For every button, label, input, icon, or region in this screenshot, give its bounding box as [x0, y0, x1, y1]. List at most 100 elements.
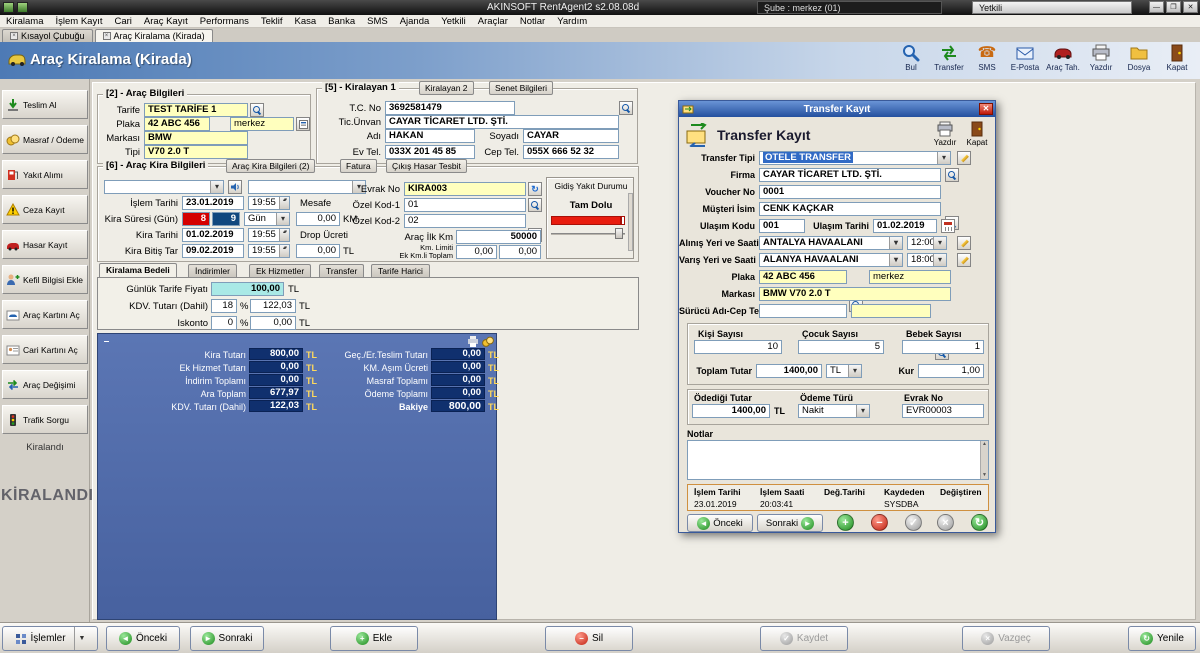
dialog-previous-button[interactable]: ◄ Önceki	[687, 514, 753, 532]
dialog-title-bar[interactable]: Transfer Kayıt ✕	[679, 101, 995, 117]
ulasim-tarihi-field[interactable]: 01.02.2019	[873, 219, 937, 233]
alinis-yeri-select[interactable]: ANTALYA HAVAALANI	[759, 236, 903, 250]
transfer-tipi-edit-icon[interactable]	[957, 151, 971, 165]
tab-close-icon[interactable]: ×	[103, 32, 111, 40]
ev-tel-field[interactable]: 033X 201 45 85	[385, 145, 475, 159]
panel-coins-icon[interactable]	[481, 335, 494, 347]
ozel-kod-1-search-icon[interactable]	[528, 198, 542, 212]
tc-search-icon[interactable]	[619, 101, 633, 115]
odedigi-tutar-field[interactable]: 1400,00	[692, 404, 770, 418]
menu-item[interactable]: SMS	[361, 16, 394, 27]
menu-item[interactable]: Araç Kayıt	[138, 16, 194, 27]
tab-kiralayan-2[interactable]: Kiralayan 2	[419, 81, 474, 95]
modal-plaka-field[interactable]: 42 ABC 456	[759, 270, 847, 284]
dialog-add-icon[interactable]: +	[837, 514, 854, 531]
varis-saati-select[interactable]: 18:00	[907, 253, 947, 267]
gunluk-tarife-field[interactable]: 100,00	[211, 282, 284, 296]
tab-close-icon[interactable]: ×	[10, 32, 18, 40]
sidebar-item-teslim-al[interactable]: Teslim Al	[2, 90, 88, 119]
arac-ilk-km-field[interactable]: 50000	[456, 230, 541, 244]
dialog-save-icon[interactable]: ✓	[905, 514, 922, 531]
print-button[interactable]: Yazdır	[1082, 44, 1120, 72]
bebek-sayisi-field[interactable]: 1	[902, 340, 984, 354]
sidebar-item-hasar-kayit[interactable]: Hasar Kayıt	[2, 230, 88, 259]
tab-arac-kiralama[interactable]: × Araç Kiralama (Kirada)	[95, 29, 213, 42]
adi-field[interactable]: HAKAN	[385, 129, 475, 143]
file-button[interactable]: Dosya	[1120, 44, 1158, 72]
km-limiti-field[interactable]: 0,00	[456, 245, 497, 259]
sidebar-item-cari-kartini-ac[interactable]: Cari Kartını Aç	[2, 335, 88, 364]
collapse-icon[interactable]: –	[100, 335, 113, 347]
voucher-no-field[interactable]: 0001	[759, 185, 941, 199]
iskonto-oran-field[interactable]: 0	[211, 316, 237, 330]
minimize-button[interactable]: —	[1149, 1, 1164, 13]
menu-item[interactable]: Teklif	[255, 16, 289, 27]
vehicle-form-icon[interactable]	[296, 117, 310, 131]
menu-item[interactable]: Banka	[322, 16, 361, 27]
dialog-close-button[interactable]: Kapat	[963, 121, 991, 147]
dialog-refresh-icon[interactable]: ↻	[971, 514, 988, 531]
sms-button[interactable]: ☎ SMS	[968, 44, 1006, 72]
save-button[interactable]: ✓ Kaydet	[760, 626, 848, 651]
menu-item[interactable]: Performans	[194, 16, 255, 27]
cancel-button[interactable]: × Vazgeç	[962, 626, 1050, 651]
musteri-isim-field[interactable]: CENK KAÇKAR	[759, 202, 941, 216]
maximize-button[interactable]: ❐	[1166, 1, 1181, 13]
iskonto-tutar-field[interactable]: 0,00	[250, 316, 296, 330]
refresh-button[interactable]: ↻ Yenile	[1128, 626, 1196, 651]
close-button[interactable]: ✕	[1183, 1, 1198, 13]
islem-saat-field[interactable]: 19:55	[248, 196, 290, 210]
kisi-sayisi-field[interactable]: 10	[694, 340, 782, 354]
find-button[interactable]: Bul	[892, 44, 930, 72]
ozel-kod-1-field[interactable]: 01	[404, 198, 526, 212]
firma-search-icon[interactable]	[945, 168, 959, 182]
menu-item[interactable]: Yardım	[551, 16, 593, 27]
tab-kiralama-bedeli[interactable]: Kiralama Bedeli	[99, 263, 177, 277]
ek-kmli-toplam-field[interactable]: 0,00	[499, 245, 541, 259]
sidebar-item-masraf-odeme[interactable]: Masraf / Ödeme	[2, 125, 88, 154]
notlar-textarea[interactable]: ▲▼	[687, 440, 989, 480]
note-select[interactable]	[104, 180, 224, 194]
menu-item[interactable]: Cari	[109, 16, 138, 27]
menu-item[interactable]: Kasa	[289, 16, 323, 27]
menu-item[interactable]: Kiralama	[0, 16, 50, 27]
ulasim-tarihi-calendar-icon[interactable]	[941, 219, 955, 233]
sidebar-item-trafik-sorgu[interactable]: Trafik Sorgu	[2, 405, 88, 434]
tarife-search-icon[interactable]	[250, 103, 264, 117]
evrak-refresh-icon[interactable]: ↻	[528, 182, 542, 196]
plaka-branch-field[interactable]: merkez	[230, 117, 294, 131]
sure-birimi-select[interactable]: Gün	[244, 212, 290, 226]
tarife-field[interactable]: TEST TARİFE 1	[144, 103, 248, 117]
add-button[interactable]: + Ekle	[330, 626, 418, 651]
vehicle-estimate-button[interactable]: Araç Tah.	[1044, 44, 1082, 72]
tab-cikis-hasar[interactable]: Çıkış Hasar Tesbit	[386, 159, 467, 173]
toplam-doviz-select[interactable]: TL	[826, 364, 862, 378]
alinis-saati-select[interactable]: 12:00	[907, 236, 947, 250]
tab-indirimler[interactable]: İndirimler	[188, 264, 237, 277]
modal-marka-field[interactable]: BMW V70 2.0 T	[759, 287, 951, 301]
next-button[interactable]: ► Sonraki	[190, 626, 264, 651]
kira-bitis-field[interactable]: 09.02.2019	[182, 244, 244, 258]
notes-scrollbar[interactable]: ▲▼	[980, 441, 988, 479]
sidebar-item-kefil-ekle[interactable]: Kefil Bilgisi Ekle	[2, 265, 88, 294]
surucu-tel-field[interactable]	[851, 304, 931, 318]
panel-printer-icon[interactable]	[466, 335, 479, 347]
speaker-icon[interactable]	[228, 180, 242, 194]
email-button[interactable]: E-Posta	[1006, 44, 1044, 72]
previous-button[interactable]: ◄ Önceki	[106, 626, 180, 651]
varis-edit-icon[interactable]	[957, 253, 971, 267]
tab-kisayol-cubugu[interactable]: × Kısayol Çubuğu	[2, 29, 93, 42]
plaka-field[interactable]: 42 ABC 456	[144, 117, 210, 131]
kdv-tutar-field[interactable]: 122,03	[250, 299, 296, 313]
islem-tarihi-field[interactable]: 23.01.2019	[182, 196, 244, 210]
sidebar-item-ceza-kayit[interactable]: Ceza Kayıt	[2, 195, 88, 224]
menu-item[interactable]: Araçlar	[472, 16, 514, 27]
tab-tarife-harici[interactable]: Tarife Harici	[371, 264, 430, 277]
kdv-oran-field[interactable]: 18	[211, 299, 237, 313]
modal-evrak-no-field[interactable]: EVR00003	[902, 404, 984, 418]
menu-item[interactable]: Notlar	[514, 16, 551, 27]
dialog-next-button[interactable]: Sonraki ►	[757, 514, 823, 532]
islemler-button[interactable]: İşlemler ▼	[2, 626, 98, 651]
toplam-tutar-field[interactable]: 1400,00	[756, 364, 822, 378]
drop-ucreti-field[interactable]: 0,00	[296, 244, 340, 258]
